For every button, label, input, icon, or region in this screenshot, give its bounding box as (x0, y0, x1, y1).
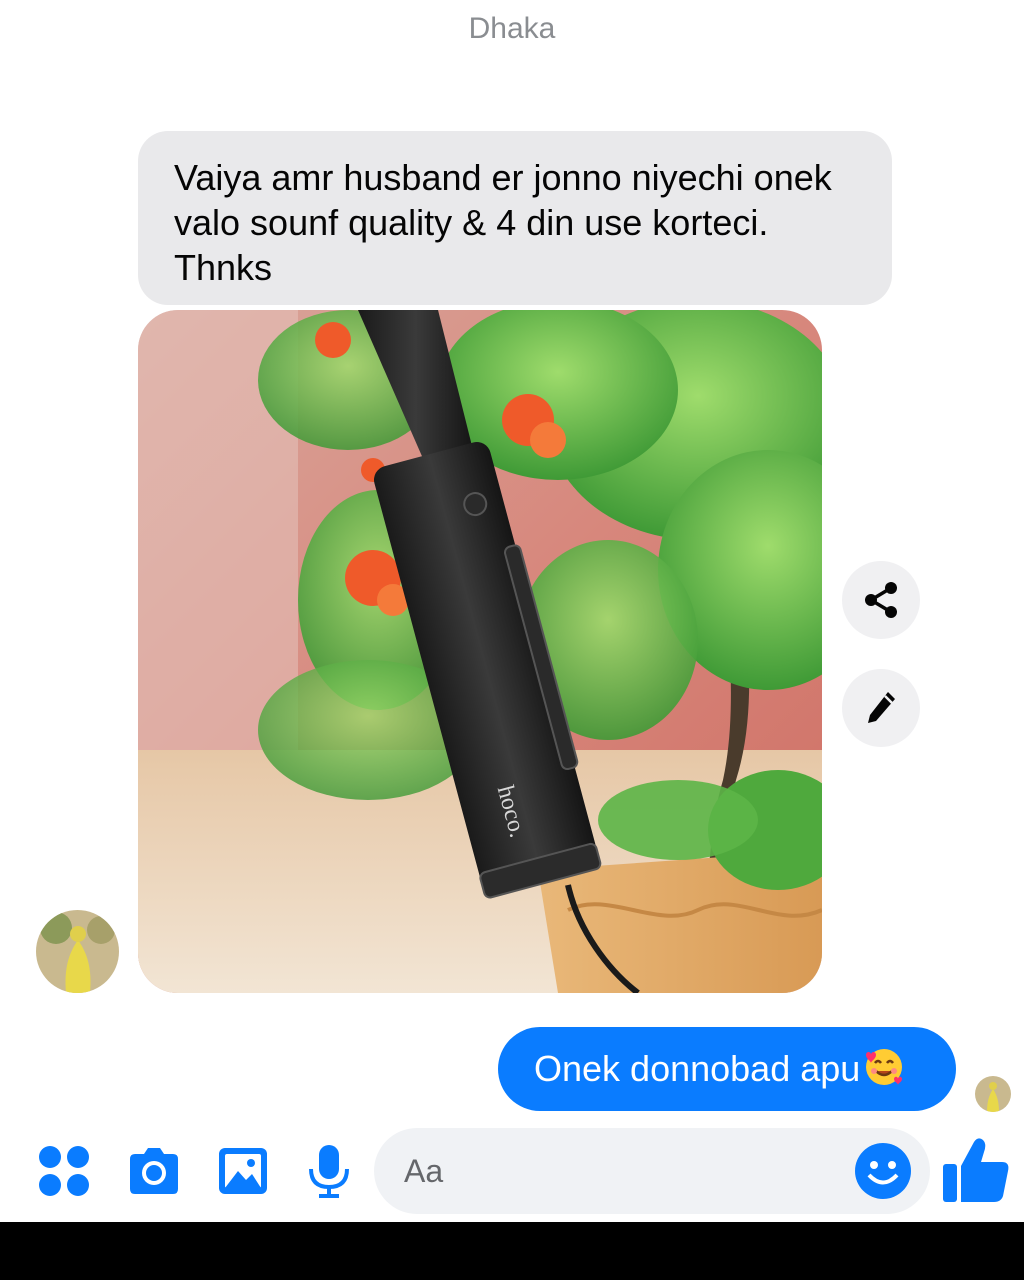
camera-button[interactable] (126, 1143, 182, 1204)
contact-avatar[interactable] (36, 910, 119, 993)
message-input-placeholder: Aa (404, 1153, 444, 1189)
smiling-face-with-hearts-icon (866, 1049, 903, 1086)
outgoing-message-bubble[interactable]: Onek donnobad apu (498, 1027, 956, 1111)
message-input[interactable]: Aa (374, 1128, 930, 1214)
outgoing-message-text: Onek donnobad apu (534, 1048, 861, 1089)
edit-button[interactable] (842, 669, 920, 747)
share-icon (865, 582, 897, 618)
camera-icon (130, 1148, 178, 1194)
microphone-icon (309, 1145, 349, 1198)
system-navigation-bar (0, 1222, 1024, 1280)
emoji-icon (855, 1143, 911, 1199)
read-receipt-avatar (975, 1076, 1011, 1112)
chat-location-label: Dhaka (468, 12, 556, 45)
like-button[interactable] (940, 1136, 1012, 1211)
earphone-photo: hoco. (138, 310, 822, 993)
voice-message-button[interactable] (304, 1143, 354, 1204)
more-actions-button[interactable] (36, 1143, 92, 1204)
incoming-message-bubble[interactable]: Vaiya amr husband er jonno niyechi onek … (138, 131, 892, 305)
pencil-icon (868, 692, 895, 723)
incoming-message-text: Vaiya amr husband er jonno niyechi onek … (174, 157, 832, 288)
emoji-button[interactable] (854, 1142, 912, 1205)
gallery-icon (219, 1148, 267, 1194)
shared-photo-message[interactable]: hoco. (138, 310, 822, 993)
share-button[interactable] (842, 561, 920, 639)
apps-icon (39, 1146, 89, 1196)
like-icon (943, 1138, 1009, 1202)
gallery-button[interactable] (216, 1143, 272, 1204)
